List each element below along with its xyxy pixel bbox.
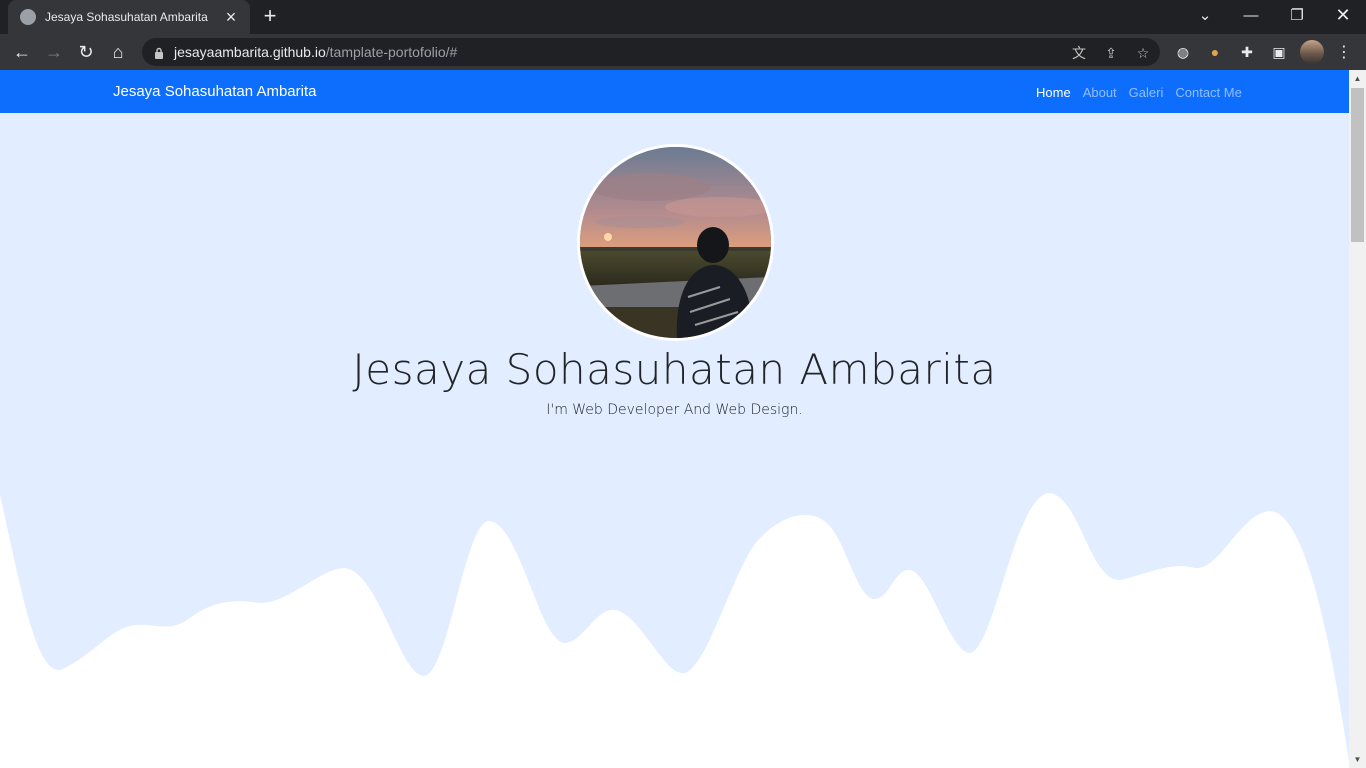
browser-tab[interactable]: Jesaya Sohasuhatan Ambarita × <box>8 0 250 34</box>
tab-title: Jesaya Sohasuhatan Ambarita <box>45 10 208 24</box>
cookie-icon[interactable]: ● <box>1204 41 1226 63</box>
site-brand[interactable]: Jesaya Sohasuhatan Ambarita <box>113 83 316 100</box>
puzzle-icon[interactable]: ✚ <box>1236 41 1258 63</box>
hero-name: Jesaya Sohasuhatan Ambarita <box>352 345 997 394</box>
nav-contact[interactable]: Contact Me <box>1175 85 1241 100</box>
arrow-right-icon[interactable]: → <box>40 38 68 66</box>
page-scrollbar[interactable]: ▲ ▼ <box>1349 70 1366 768</box>
share-icon[interactable]: ⇪ <box>1100 42 1122 64</box>
url-text: jesayaambarita.github.io/tamplate-portof… <box>174 44 458 60</box>
page-viewport: Jesaya Sohasuhatan Ambarita Home About G… <box>0 70 1366 768</box>
kebab-menu-icon[interactable]: ⋮ <box>1333 41 1355 63</box>
nav-links: Home About Galeri Contact Me <box>1036 85 1242 100</box>
nav-about[interactable]: About <box>1083 85 1117 100</box>
close-icon[interactable]: × <box>222 8 240 26</box>
translate-icon[interactable]: 文 <box>1068 42 1090 64</box>
nav-galeri[interactable]: Galeri <box>1129 85 1164 100</box>
site-navbar: Jesaya Sohasuhatan Ambarita Home About G… <box>0 70 1349 113</box>
address-bar[interactable]: jesayaambarita.github.io/tamplate-portof… <box>142 38 1160 66</box>
home-icon[interactable]: ⌂ <box>104 38 132 66</box>
profile-photo <box>577 144 774 341</box>
star-icon[interactable]: ☆ <box>1132 42 1154 64</box>
scrollbar-thumb[interactable] <box>1351 88 1364 242</box>
globe-icon <box>20 9 36 25</box>
reload-icon[interactable]: ↻ <box>72 38 100 66</box>
lock-icon[interactable] <box>154 46 164 59</box>
close-icon[interactable]: ✕ <box>1320 0 1366 30</box>
hero-section: Jesaya Sohasuhatan Ambarita I'm Web Deve… <box>0 113 1349 768</box>
restore-icon[interactable]: ❐ <box>1274 0 1320 30</box>
scroll-up-icon[interactable]: ▲ <box>1349 70 1366 87</box>
browser-toolbar: ← → ↻ ⌂ jesayaambarita.github.io/tamplat… <box>0 34 1366 70</box>
profile-avatar[interactable] <box>1300 40 1324 64</box>
minimize-icon[interactable]: — <box>1228 0 1274 30</box>
globe-icon[interactable]: ◍ <box>1172 41 1194 63</box>
scroll-down-icon[interactable]: ▼ <box>1349 751 1366 768</box>
hero-tagline: I'm Web Developer And Web Design. <box>546 402 803 418</box>
chevron-down-icon[interactable]: ⌄ <box>1182 0 1228 30</box>
side-panel-icon[interactable]: ▣ <box>1268 41 1290 63</box>
arrow-left-icon[interactable]: ← <box>8 38 36 66</box>
browser-tab-strip: Jesaya Sohasuhatan Ambarita × + ⌄ — ❐ ✕ <box>0 0 1366 34</box>
plus-icon[interactable]: + <box>258 4 282 28</box>
nav-home[interactable]: Home <box>1036 85 1071 100</box>
